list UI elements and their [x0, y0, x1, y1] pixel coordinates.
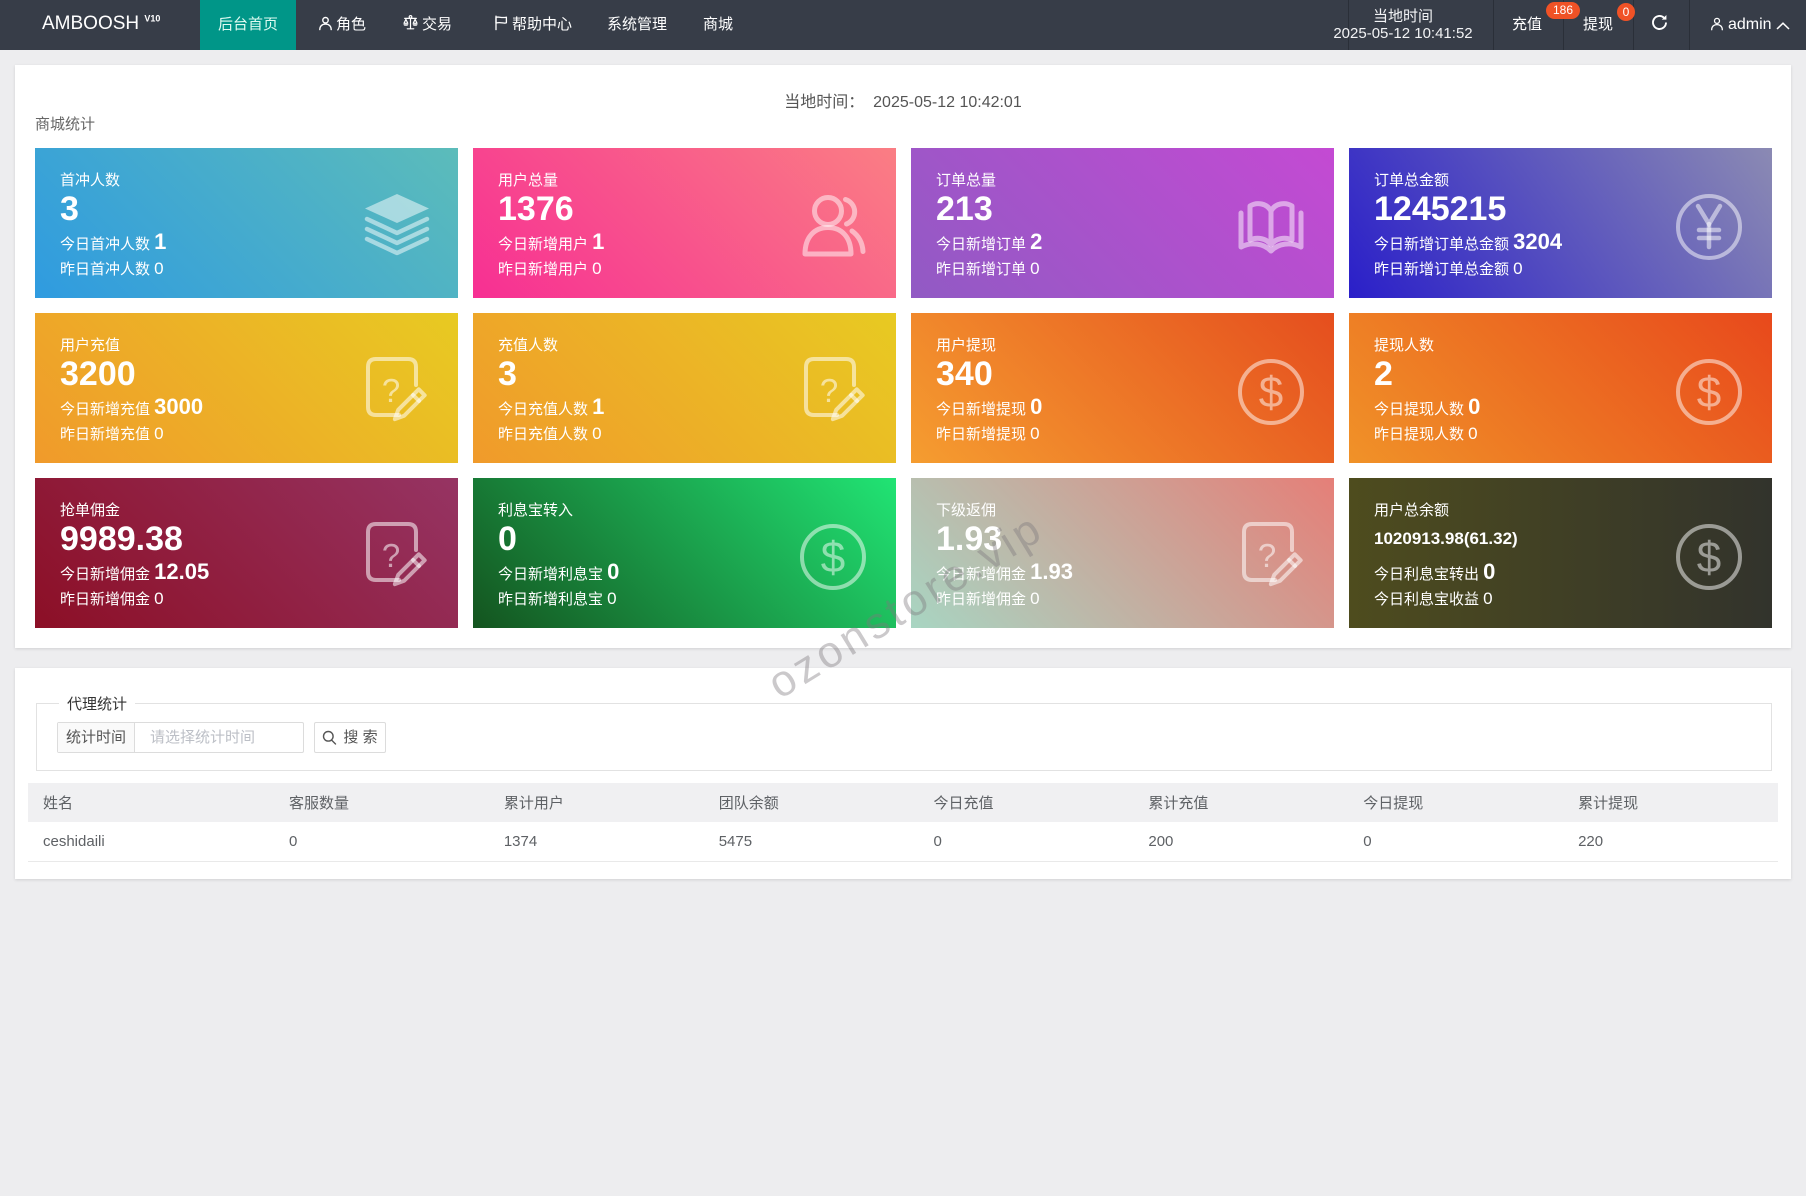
svg-text:$: $: [821, 533, 845, 582]
svg-text:?: ?: [382, 537, 400, 574]
svg-text:?: ?: [820, 372, 838, 409]
svg-text:$: $: [1697, 533, 1721, 582]
svg-text:$: $: [1259, 368, 1283, 417]
svg-text:?: ?: [382, 372, 400, 409]
svg-text:$: $: [1697, 368, 1721, 417]
svg-text:?: ?: [1258, 537, 1276, 574]
